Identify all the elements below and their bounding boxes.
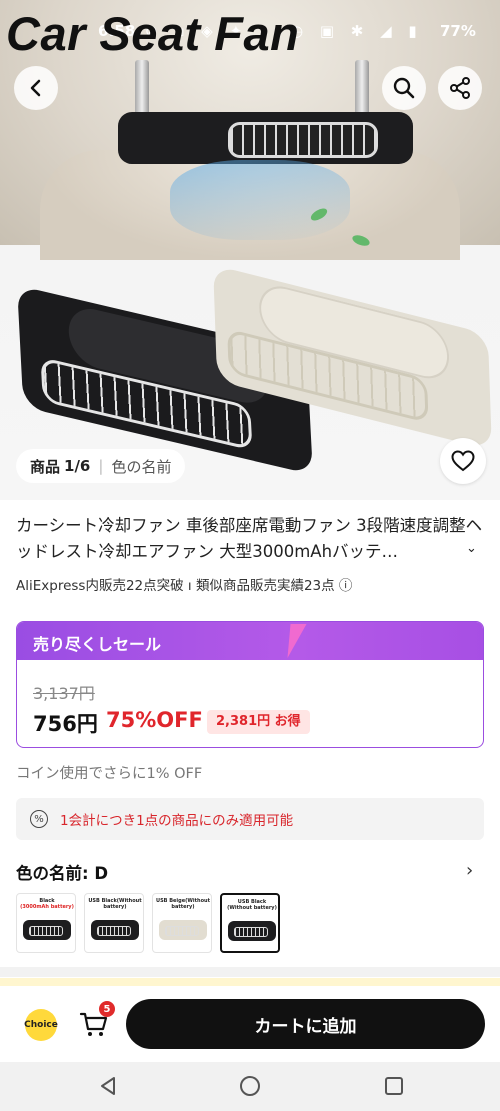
sale-banner-label: 売り尽くしセール — [33, 635, 162, 654]
image-counter: 商品 1/6 | 色の名前 — [16, 449, 186, 483]
nav-recents-icon[interactable] — [382, 1074, 406, 1098]
share-button[interactable] — [438, 66, 482, 110]
variant-image — [23, 920, 71, 940]
back-icon — [30, 79, 41, 97]
back-button[interactable] — [14, 66, 58, 110]
variant-caption: USB Black(Without battery) — [87, 898, 143, 910]
lightning-icon — [279, 624, 307, 658]
coin-discount-text: コイン使用でさらに1% OFF — [16, 766, 203, 782]
image-counter-index: 1/6 — [64, 457, 91, 475]
image-overlay-title: Car Seat Fan — [6, 7, 300, 60]
original-price: 3,137円 — [33, 684, 95, 703]
variant-caption: Black (3000mAh battery) — [19, 898, 75, 910]
savings-badge: 2,381円 お得 — [207, 710, 310, 734]
percent-icon: % — [30, 810, 48, 828]
current-price: 756円 — [33, 712, 98, 736]
system-navigation-bar — [0, 1062, 500, 1111]
variant-option[interactable]: USB Beige(Without battery) — [152, 893, 212, 953]
variant-caption: USB Black (Without battery) — [224, 899, 278, 911]
variant-caption-line2: (Without battery) — [227, 905, 277, 911]
variant-caption-line1: USB Black(Without battery) — [88, 898, 142, 910]
variant-image — [91, 920, 139, 940]
image-counter-separator: | — [98, 457, 104, 475]
search-button[interactable] — [382, 66, 426, 110]
choice-badge[interactable]: Choice — [24, 1009, 58, 1041]
sale-price-card: 売り尽くしセール 3,137円 756円 75%OFF 2,381円 お得 — [16, 621, 484, 748]
variant-option[interactable]: USB Black(Without battery) — [84, 893, 144, 953]
variant-image — [228, 921, 276, 941]
variant-caption-line1: USB Beige(Without battery) — [156, 898, 210, 910]
variant-selector: Black (3000mAh battery) USB Black(Withou… — [16, 893, 280, 953]
nav-home-icon[interactable] — [238, 1074, 262, 1098]
variant-caption-line2: (3000mAh battery) — [20, 904, 74, 910]
purchase-limit-notice: % 1会計につき1点の商品にのみ適用可能 — [16, 798, 484, 840]
favorite-button[interactable] — [440, 438, 486, 484]
variant-option[interactable]: Black (3000mAh battery) — [16, 893, 76, 953]
sale-banner: 売り尽くしセール — [17, 622, 483, 660]
cart-count-badge: 5 — [99, 1001, 115, 1017]
fan-photo — [118, 112, 413, 164]
share-icon — [450, 77, 470, 99]
promo-strip — [0, 978, 500, 986]
discount-percent: 75%OFF — [106, 708, 203, 732]
system-icons: ◷ ▣ ✱ ◢ ▮ — [290, 22, 423, 40]
airflow-graphic — [170, 160, 350, 240]
purchase-limit-text: 1会計につき1点の商品にのみ適用可能 — [60, 813, 294, 829]
product-image-gallery[interactable]: 6:58 ⊗ ▫ ◈ ✦ ◷ ▣ ✱ ◢ ▮ 77% Car Seat Fan … — [0, 0, 500, 500]
image-counter-label: 商品 — [30, 457, 61, 476]
battery-level: 77% — [440, 22, 476, 40]
sales-info[interactable]: AliExpress内販売22点突破 ı 類似商品販売実績23点 ⓘ — [16, 574, 352, 594]
variant-option-selected[interactable]: USB Black (Without battery) — [220, 893, 280, 953]
nav-back-icon[interactable] — [96, 1074, 120, 1098]
variant-image — [159, 920, 207, 940]
image-counter-variant: 色の名前 — [111, 457, 172, 476]
variant-caption: USB Beige(Without battery) — [155, 898, 211, 910]
product-title[interactable]: カーシート冷却ファン 車後部座席電動ファン 3段階速度調整ヘッドレスト冷却エアフ… — [16, 513, 486, 565]
heart-icon — [451, 450, 475, 472]
chevron-down-icon[interactable]: ⌄ — [466, 541, 477, 556]
variant-label[interactable]: 色の名前: D — [16, 860, 108, 884]
section-divider — [0, 967, 500, 977]
add-to-cart-button[interactable]: カートに追加 — [126, 999, 485, 1049]
chevron-right-icon[interactable]: › — [466, 860, 473, 881]
bottom-action-bar: Choice 5 カートに追加 — [0, 986, 500, 1062]
search-icon — [393, 77, 415, 99]
